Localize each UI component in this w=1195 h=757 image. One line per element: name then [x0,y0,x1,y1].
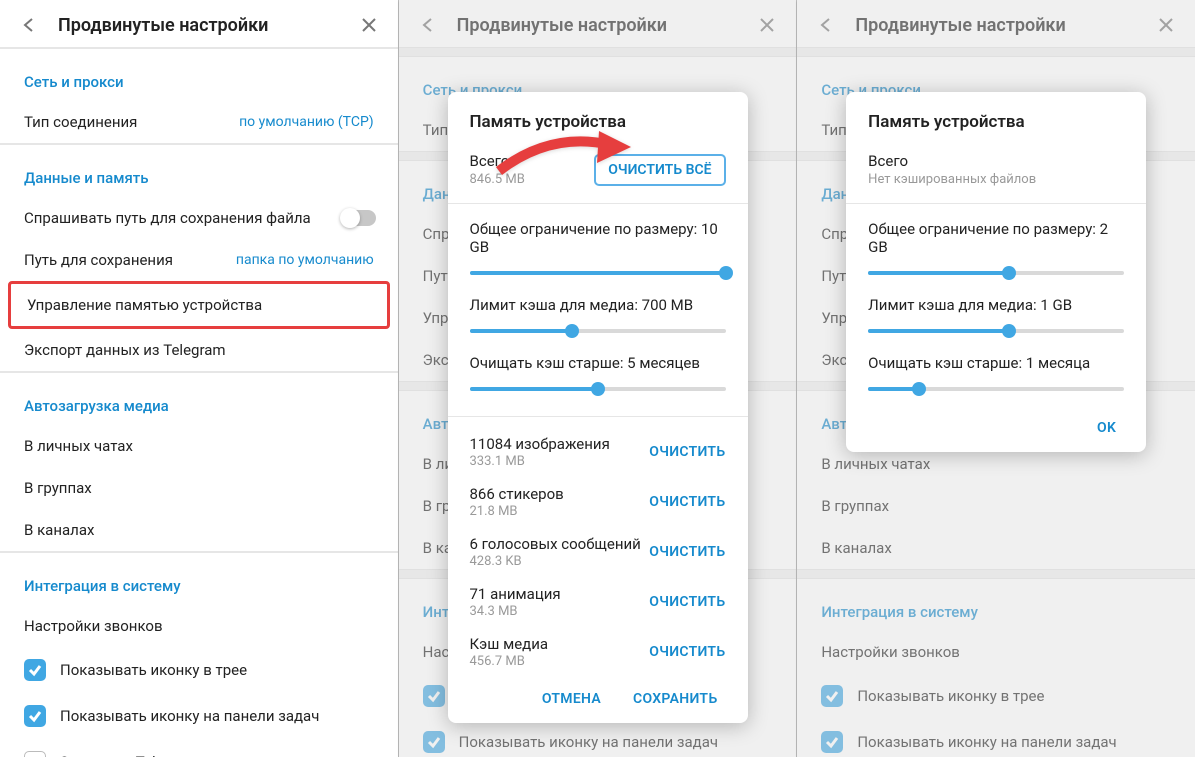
settings-header: Продвинутые настройки [797,0,1195,47]
total-label: Всего [868,152,1036,170]
close-icon[interactable] [756,14,778,36]
calls-settings-row[interactable]: Настройки звонков [0,605,398,647]
connection-type-row[interactable]: Тип соединения по умолчанию (TCP) [0,101,398,143]
dialog-title: Память устройства [448,112,748,146]
autodl-channels-row[interactable]: В каналах [0,509,398,551]
toggle-icon[interactable] [342,210,376,226]
device-memory-dialog: Память устройства Всего 846.5 MB ОЧИСТИТ… [448,92,748,723]
clear-button[interactable]: ОЧИСТИТЬ [649,594,725,610]
cache-item: 866 стикеров21.8 MBОЧИСТИТЬ [448,477,748,527]
size-limit-label: Общее ограничение по размеру: 10 GB [470,220,726,256]
section-autodownload-title: Автозагрузка медиа [0,373,398,425]
checkbox-icon[interactable] [24,705,46,727]
media-limit-label: Лимит кэша для медиа: 700 MB [470,296,726,314]
clear-older-slider[interactable] [868,382,1124,396]
cache-item: Кэш медиа456.7 MBОЧИСТИТЬ [448,627,748,677]
cancel-button[interactable]: ОТМЕНА [542,691,601,707]
settings-header: Продвинутые настройки [0,0,398,47]
clear-all-button[interactable]: ОЧИСТИТЬ ВСЁ [594,154,725,186]
ok-button[interactable]: OK [1097,420,1116,436]
page-title: Продвинутые настройки [58,15,340,36]
clear-button[interactable]: ОЧИСТИТЬ [649,644,725,660]
show-taskbar-icon-check[interactable]: Показывать иконку на панели задач [0,693,398,739]
clear-older-slider[interactable] [470,382,726,396]
cache-item: 11084 изображения333.1 MBОЧИСТИТЬ [448,427,748,477]
clear-button[interactable]: ОЧИСТИТЬ [649,544,725,560]
device-memory-dialog: Память устройства Всего Нет кэшированных… [846,92,1146,452]
export-data-row[interactable]: Экспорт данных из Telegram [0,329,398,371]
clear-button[interactable]: ОЧИСТИТЬ [649,444,725,460]
autodl-private-row[interactable]: В личных чатах [0,425,398,467]
autostart-check[interactable]: Запускать Telegram при запуске системы [0,739,398,757]
close-icon[interactable] [1155,14,1177,36]
save-path-row[interactable]: Путь для сохранения папка по умолчанию [0,239,398,281]
total-value: Нет кэшированных файлов [868,172,1036,187]
show-tray-icon-check[interactable]: Показывать иконку в трее [0,647,398,693]
total-label: Всего [470,152,525,170]
dialog-title: Память устройства [846,112,1146,146]
clear-button[interactable]: ОЧИСТИТЬ [649,494,725,510]
section-data-title: Данные и память [0,145,398,197]
media-limit-slider[interactable] [470,324,726,338]
clear-older-label: Очищать кэш старше: 5 месяцев [470,354,726,372]
total-value: 846.5 MB [470,172,525,187]
media-limit-label: Лимит кэша для медиа: 1 GB [868,296,1124,314]
media-limit-slider[interactable] [868,324,1124,338]
section-network-title: Сеть и прокси [0,49,398,101]
cache-item: 6 голосовых сообщений428.3 KBОЧИСТИТЬ [448,527,748,577]
size-limit-label: Общее ограничение по размеру: 2 GB [868,220,1124,256]
back-icon[interactable] [815,14,837,36]
autodl-groups-row[interactable]: В группах [0,467,398,509]
close-icon[interactable] [358,14,380,36]
ask-save-path-toggle[interactable]: Спрашивать путь для сохранения файла [0,197,398,239]
section-system-title: Интеграция в систему [0,553,398,605]
checkbox-icon[interactable] [24,751,46,757]
back-icon[interactable] [18,14,40,36]
save-button[interactable]: СОХРАНИТЬ [633,691,717,707]
cache-item: 71 анимация34.3 MBОЧИСТИТЬ [448,577,748,627]
checkbox-icon[interactable] [24,659,46,681]
size-limit-slider[interactable] [470,266,726,280]
page-title-dim: Продвинутые настройки [457,15,739,36]
manage-memory-row[interactable]: Управление памятью устройства [11,284,387,326]
settings-header: Продвинутые настройки [399,0,797,47]
back-icon[interactable] [417,14,439,36]
clear-older-label: Очищать кэш старше: 1 месяца [868,354,1124,372]
size-limit-slider[interactable] [868,266,1124,280]
